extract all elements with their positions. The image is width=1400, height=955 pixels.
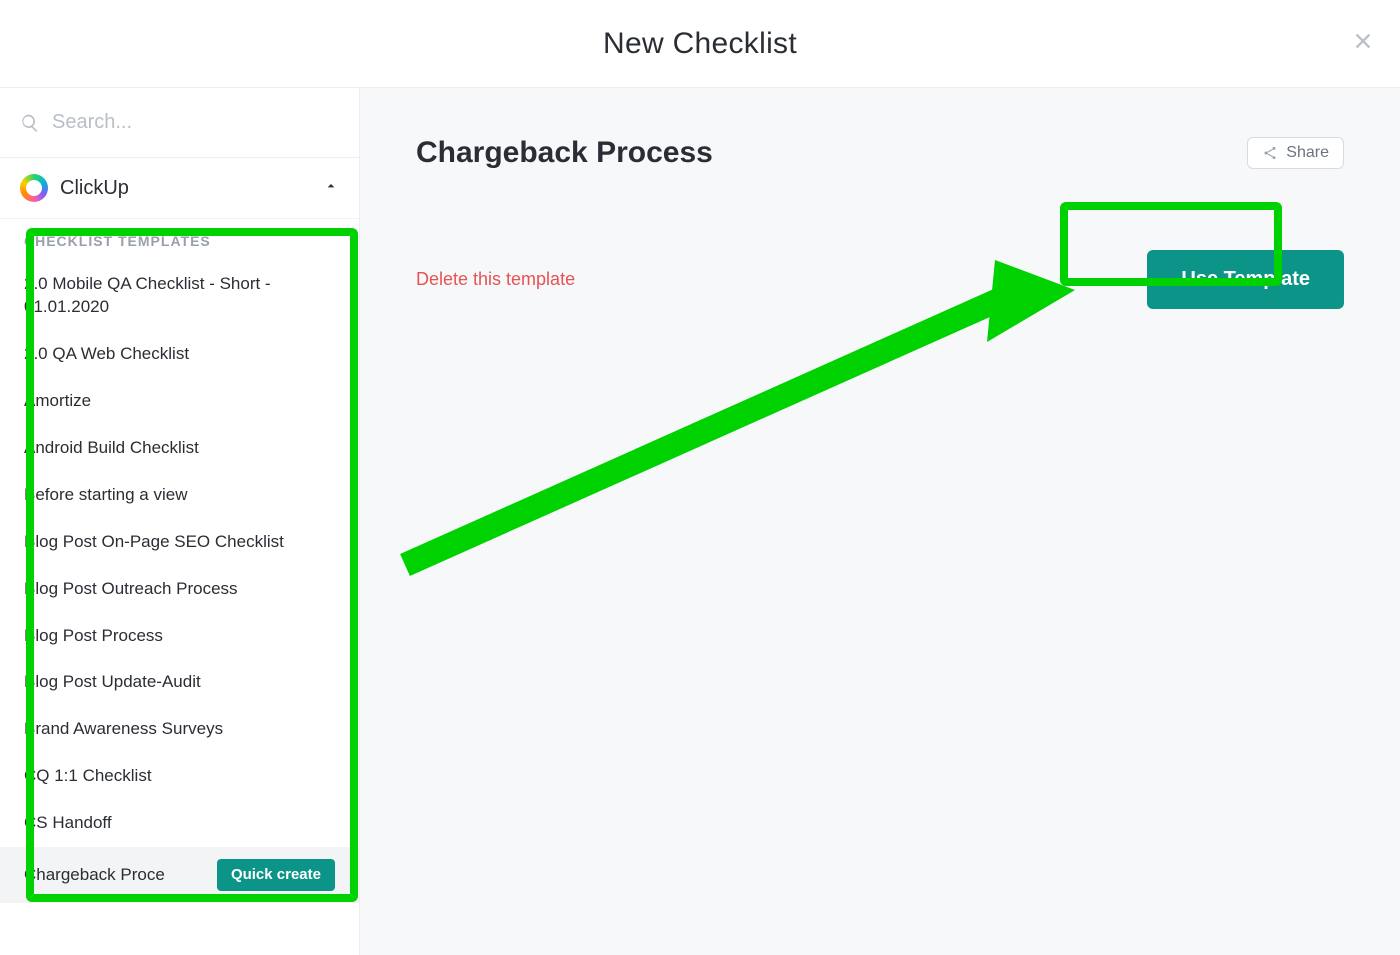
- template-item[interactable]: CQ 1:1 Checklist: [0, 753, 359, 800]
- template-item[interactable]: Chargeback Proce Quick create: [0, 847, 359, 903]
- modal-title: New Checklist: [603, 27, 797, 61]
- template-item-label: Blog Post Update-Audit: [24, 671, 335, 694]
- template-item-label: Blog Post Process: [24, 625, 335, 648]
- template-item-label: Amortize: [24, 390, 335, 413]
- quick-create-button[interactable]: Quick create: [217, 859, 335, 891]
- template-item-label: CQ 1:1 Checklist: [24, 765, 335, 788]
- template-item[interactable]: 2.0 Mobile QA Checklist - Short - 01.01.…: [0, 261, 359, 331]
- template-item[interactable]: Blog Post Update-Audit: [0, 659, 359, 706]
- template-item[interactable]: Brand Awareness Surveys: [0, 706, 359, 753]
- template-item[interactable]: Blog Post On-Page SEO Checklist: [0, 519, 359, 566]
- title-row: Chargeback Process Share: [416, 136, 1344, 170]
- template-item-label: CS Handoff: [24, 812, 335, 835]
- close-button[interactable]: [1352, 30, 1374, 57]
- template-item-label: Brand Awareness Surveys: [24, 718, 335, 741]
- share-label: Share: [1286, 144, 1329, 162]
- template-item[interactable]: Blog Post Outreach Process: [0, 566, 359, 613]
- template-list: 2.0 Mobile QA Checklist - Short - 01.01.…: [0, 261, 359, 903]
- template-item-label: Blog Post On-Page SEO Checklist: [24, 531, 335, 554]
- template-title: Chargeback Process: [416, 136, 713, 170]
- templates-heading: CHECKLIST TEMPLATES: [0, 219, 359, 261]
- template-item-label: Chargeback Proce: [24, 864, 209, 887]
- template-item[interactable]: Before starting a view: [0, 472, 359, 519]
- template-item[interactable]: 2.0 QA Web Checklist: [0, 331, 359, 378]
- sidebar: ClickUp CHECKLIST TEMPLATES 2.0 Mobile Q…: [0, 88, 360, 955]
- template-item-label: Blog Post Outreach Process: [24, 578, 335, 601]
- workspace-name: ClickUp: [60, 177, 311, 200]
- clickup-logo-icon: [20, 174, 48, 202]
- use-template-button[interactable]: Use Template: [1147, 250, 1344, 309]
- search-row: [0, 88, 359, 158]
- template-item-label: 2.0 QA Web Checklist: [24, 343, 335, 366]
- template-item-label: Android Build Checklist: [24, 437, 335, 460]
- template-item-label: Before starting a view: [24, 484, 335, 507]
- close-icon: [1352, 30, 1374, 52]
- actions-row: Delete this template Use Template: [416, 250, 1344, 309]
- modal-body: ClickUp CHECKLIST TEMPLATES 2.0 Mobile Q…: [0, 88, 1400, 955]
- modal-header: New Checklist: [0, 0, 1400, 88]
- delete-template-link[interactable]: Delete this template: [416, 269, 575, 290]
- template-item-label: 2.0 Mobile QA Checklist - Short - 01.01.…: [24, 273, 335, 319]
- template-item[interactable]: CS Handoff: [0, 800, 359, 847]
- template-item[interactable]: Blog Post Process: [0, 613, 359, 660]
- share-button[interactable]: Share: [1247, 137, 1344, 169]
- chevron-up-icon: [323, 178, 339, 199]
- search-input[interactable]: [52, 111, 339, 134]
- new-checklist-modal: New Checklist ClickUp CHECKLIST TEMPLATE…: [0, 0, 1400, 955]
- template-item[interactable]: Amortize: [0, 378, 359, 425]
- templates-section: CHECKLIST TEMPLATES 2.0 Mobile QA Checkl…: [0, 219, 359, 955]
- search-icon: [20, 113, 40, 133]
- workspace-toggle[interactable]: ClickUp: [0, 158, 359, 219]
- main-panel: Chargeback Process Share Delete this tem…: [360, 88, 1400, 955]
- share-icon: [1262, 145, 1278, 161]
- template-item[interactable]: Android Build Checklist: [0, 425, 359, 472]
